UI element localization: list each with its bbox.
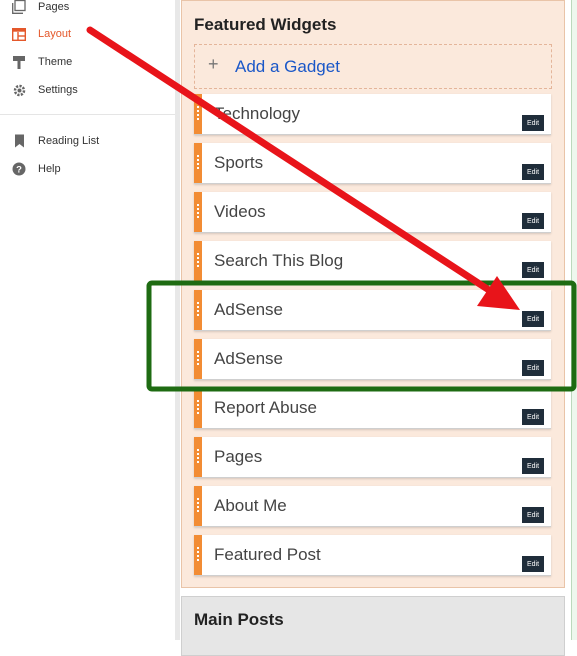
widget-sports[interactable]: Sports Edit — [194, 143, 551, 184]
edit-button[interactable]: Edit — [522, 115, 544, 131]
drag-handle[interactable] — [194, 241, 202, 281]
sidebar-item-label: Pages — [38, 1, 70, 13]
bookmark-icon — [11, 133, 27, 149]
widget-name: AdSense — [214, 349, 283, 368]
featured-widgets-section: Featured Widgets + Add a Gadget Technolo… — [181, 0, 565, 588]
plus-icon: + — [208, 54, 219, 74]
sidebar-item-label: Layout — [38, 28, 72, 40]
widget-search-this-blog[interactable]: Search This Blog Edit — [194, 241, 551, 282]
adjacent-section — [571, 0, 577, 640]
edit-button[interactable]: Edit — [522, 458, 544, 474]
section-title: Featured Widgets — [194, 15, 337, 34]
drag-handle[interactable] — [194, 290, 202, 330]
edit-button[interactable]: Edit — [522, 409, 544, 425]
widget-adsense[interactable]: AdSense Edit — [194, 339, 551, 380]
add-gadget-button[interactable]: + Add a Gadget — [194, 44, 552, 89]
drag-handle[interactable] — [194, 388, 202, 428]
widget-name: Technology — [214, 104, 301, 123]
layout-icon — [11, 26, 27, 42]
edit-button[interactable]: Edit — [522, 360, 544, 376]
drag-handle[interactable] — [194, 486, 202, 526]
widget-videos[interactable]: Videos Edit — [194, 192, 551, 233]
widget-name: Featured Post — [214, 545, 321, 564]
edit-button[interactable]: Edit — [522, 311, 544, 327]
sidebar-item-label: Theme — [38, 56, 73, 68]
left-sidebar: Pages Layout Theme Settings Reading List… — [0, 0, 175, 640]
widget-name: Search This Blog — [214, 251, 344, 270]
theme-icon — [11, 54, 27, 70]
widget-pages[interactable]: Pages Edit — [194, 437, 551, 478]
widget-name: About Me — [214, 496, 287, 515]
widget-name: Pages — [214, 447, 263, 466]
widget-report-abuse[interactable]: Report Abuse Edit — [194, 388, 551, 429]
drag-handle[interactable] — [194, 192, 202, 232]
settings-icon — [11, 82, 27, 98]
sidebar-divider — [0, 114, 175, 115]
pages-icon — [11, 0, 27, 15]
edit-button[interactable]: Edit — [522, 262, 544, 278]
drag-handle[interactable] — [194, 535, 202, 575]
add-gadget-label: Add a Gadget — [235, 57, 340, 76]
drag-handle[interactable] — [194, 94, 202, 134]
drag-handle[interactable] — [194, 339, 202, 379]
drag-handle[interactable] — [194, 143, 202, 183]
widget-name: Videos — [214, 202, 266, 221]
edit-button[interactable]: Edit — [522, 507, 544, 523]
widget-name: AdSense — [214, 300, 283, 319]
sidebar-item-label: Help — [38, 163, 61, 175]
widget-technology[interactable]: Technology Edit — [194, 94, 551, 135]
sidebar-item-settings[interactable]: Settings — [0, 76, 175, 104]
svg-text:?: ? — [16, 165, 22, 176]
edit-button[interactable]: Edit — [522, 213, 544, 229]
edit-button[interactable]: Edit — [522, 556, 544, 572]
sidebar-item-layout[interactable]: Layout — [0, 20, 175, 48]
widget-adsense[interactable]: AdSense Edit — [194, 290, 551, 331]
sidebar-item-label: Settings — [38, 84, 78, 96]
sidebar-item-pages[interactable]: Pages — [0, 0, 175, 21]
widget-name: Report Abuse — [214, 398, 318, 417]
edit-button[interactable]: Edit — [522, 164, 544, 180]
widget-about-me[interactable]: About Me Edit — [194, 486, 551, 527]
widget-featured-post[interactable]: Featured Post Edit — [194, 535, 551, 576]
drag-handle[interactable] — [194, 437, 202, 477]
sidebar-item-help[interactable]: ? Help — [0, 155, 175, 183]
main-posts-section: Main Posts — [181, 596, 565, 656]
widget-name: Sports — [214, 153, 264, 172]
sidebar-item-label: Reading List — [38, 135, 100, 147]
sidebar-item-theme[interactable]: Theme — [0, 48, 175, 76]
panel-gutter — [175, 0, 180, 640]
sidebar-item-reading-list[interactable]: Reading List — [0, 127, 175, 155]
section-title: Main Posts — [194, 610, 284, 629]
help-icon: ? — [11, 161, 27, 177]
